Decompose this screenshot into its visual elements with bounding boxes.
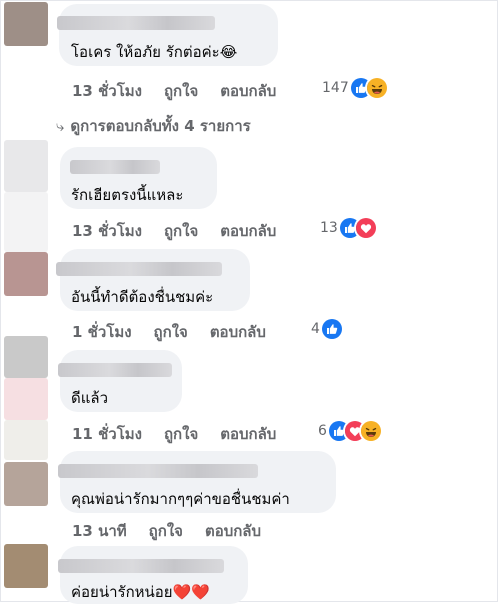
avatar[interactable] (4, 252, 48, 296)
comment-actions: 13 ชั่วโมง ถูกใจ ตอบกลับ (72, 79, 276, 103)
avatar[interactable] (4, 544, 48, 588)
like-button[interactable]: ถูกใจ (164, 422, 198, 446)
reaction-count: 6 (318, 423, 327, 439)
like-button[interactable]: ถูกใจ (164, 79, 198, 103)
reaction-summary[interactable]: 4 (311, 319, 342, 339)
comment-bubble: ค่อยน่ารักหน่อย❤️❤️ (58, 546, 248, 604)
laughing-face-icon (366, 78, 387, 98)
reaction-count: 4 (311, 321, 320, 337)
comment-text: ค่อยน่ารักหน่อย❤️❤️ (71, 583, 210, 601)
view-all-replies-link[interactable]: ⤷ ดูการตอบกลับทั้ง 4 รายการ (56, 114, 251, 138)
comment-bubble: ดีแล้ว (58, 350, 182, 412)
reaction-summary[interactable]: 13 (320, 218, 376, 238)
comment-actions: 1 ชั่วโมง ถูกใจ ตอบกลับ (72, 320, 266, 344)
comment-text: โอเคร ให้อภัย รักต่อค่ะ😂 (71, 43, 238, 61)
reaction-summary[interactable]: 6 (318, 421, 381, 441)
comment-time[interactable]: 1 ชั่วโมง (72, 320, 132, 344)
comment-bubble: อันนี้ทำดีต้องชื่นชมค่ะ (56, 249, 250, 311)
reaction-count: 147 (322, 80, 349, 96)
blurred-commenter-name[interactable] (56, 262, 222, 276)
comment-text: อันนี้ทำดีต้องชื่นชมค่ะ (71, 288, 214, 306)
reply-button[interactable]: ตอบกลับ (220, 422, 276, 446)
reply-button[interactable]: ตอบกลับ (210, 320, 266, 344)
avatar-sidebar-blur (4, 378, 48, 420)
reply-button[interactable]: ตอบกลับ (220, 79, 276, 103)
blurred-commenter-name[interactable] (57, 16, 215, 30)
blurred-commenter-name[interactable] (70, 160, 160, 174)
reply-button[interactable]: ตอบกลับ (205, 519, 261, 543)
like-button[interactable]: ถูกใจ (149, 519, 183, 543)
heart-icon (355, 218, 376, 238)
thumbs-up-icon (321, 319, 342, 339)
reply-button[interactable]: ตอบกลับ (220, 219, 276, 243)
comment-text: คุณพ่อน่ารักมากๆๆค่าขอชื่นชมค่า (71, 490, 290, 508)
like-button[interactable]: ถูกใจ (154, 320, 188, 344)
comment-text: รักเฮียตรงนี้แหละ (71, 186, 184, 204)
like-button[interactable]: ถูกใจ (164, 219, 198, 243)
view-all-replies-label: ดูการตอบกลับทั้ง 4 รายการ (70, 117, 251, 135)
comment-time[interactable]: 11 ชั่วโมง (72, 422, 142, 446)
comment-bubble: โอเคร ให้อภัย รักต่อค่ะ😂 (57, 4, 278, 66)
blurred-commenter-name[interactable] (58, 559, 224, 573)
comment-time[interactable]: 13 ชั่วโมง (72, 79, 142, 103)
blurred-commenter-name[interactable] (58, 464, 258, 478)
avatar-sidebar-blur (4, 192, 48, 252)
avatar[interactable] (4, 462, 48, 506)
blurred-commenter-name[interactable] (58, 363, 172, 377)
avatar[interactable] (4, 140, 48, 192)
avatar-sidebar-blur (4, 420, 48, 460)
reaction-summary[interactable]: 147 (322, 78, 387, 98)
comment-actions: 13 ชั่วโมง ถูกใจ ตอบกลับ (72, 219, 276, 243)
laughing-face-icon (360, 421, 381, 441)
comment-time[interactable]: 13 ชั่วโมง (72, 219, 142, 243)
comment-time[interactable]: 13 นาที (72, 519, 127, 543)
comment-bubble: รักเฮียตรงนี้แหละ (60, 147, 217, 209)
reaction-count: 13 (320, 220, 338, 236)
comment-text: ดีแล้ว (71, 389, 109, 407)
comment-actions: 13 นาที ถูกใจ ตอบกลับ (72, 519, 261, 543)
reply-arrow-icon: ⤷ (56, 117, 65, 135)
comment-bubble: คุณพ่อน่ารักมากๆๆค่าขอชื่นชมค่า (58, 451, 336, 513)
avatar[interactable] (4, 2, 48, 46)
comment-actions: 11 ชั่วโมง ถูกใจ ตอบกลับ (72, 422, 276, 446)
avatar[interactable] (4, 336, 48, 378)
